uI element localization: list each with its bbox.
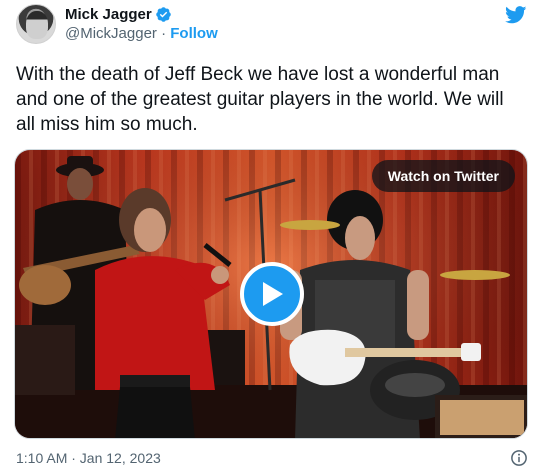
- play-icon: [263, 282, 283, 306]
- handle-row: @MickJagger · Follow: [65, 24, 218, 43]
- tweet-header: Mick Jagger @MickJagger · Follow: [16, 4, 218, 44]
- tweet-text: With the death of Jeff Beck we have lost…: [16, 64, 504, 135]
- play-button[interactable]: [240, 262, 304, 326]
- info-icon[interactable]: [510, 449, 528, 467]
- follow-button[interactable]: Follow: [170, 25, 218, 42]
- verified-badge-icon: [155, 7, 171, 22]
- watch-on-twitter-button[interactable]: Watch on Twitter: [371, 160, 515, 192]
- author-names: Mick Jagger @MickJagger · Follow: [65, 5, 218, 43]
- display-name[interactable]: Mick Jagger: [65, 5, 152, 24]
- separator: ·: [161, 25, 167, 42]
- twitter-bird-icon[interactable]: [505, 6, 527, 24]
- tweet-timestamp[interactable]: 1:10 AM · Jan 12, 2023: [16, 450, 161, 466]
- tweet-card: Mick Jagger @MickJagger · Follow With th…: [0, 0, 540, 473]
- handle[interactable]: @MickJagger: [65, 25, 157, 42]
- name-row: Mick Jagger: [65, 5, 218, 24]
- video-player[interactable]: Watch on Twitter: [14, 149, 528, 439]
- avatar[interactable]: [16, 4, 56, 44]
